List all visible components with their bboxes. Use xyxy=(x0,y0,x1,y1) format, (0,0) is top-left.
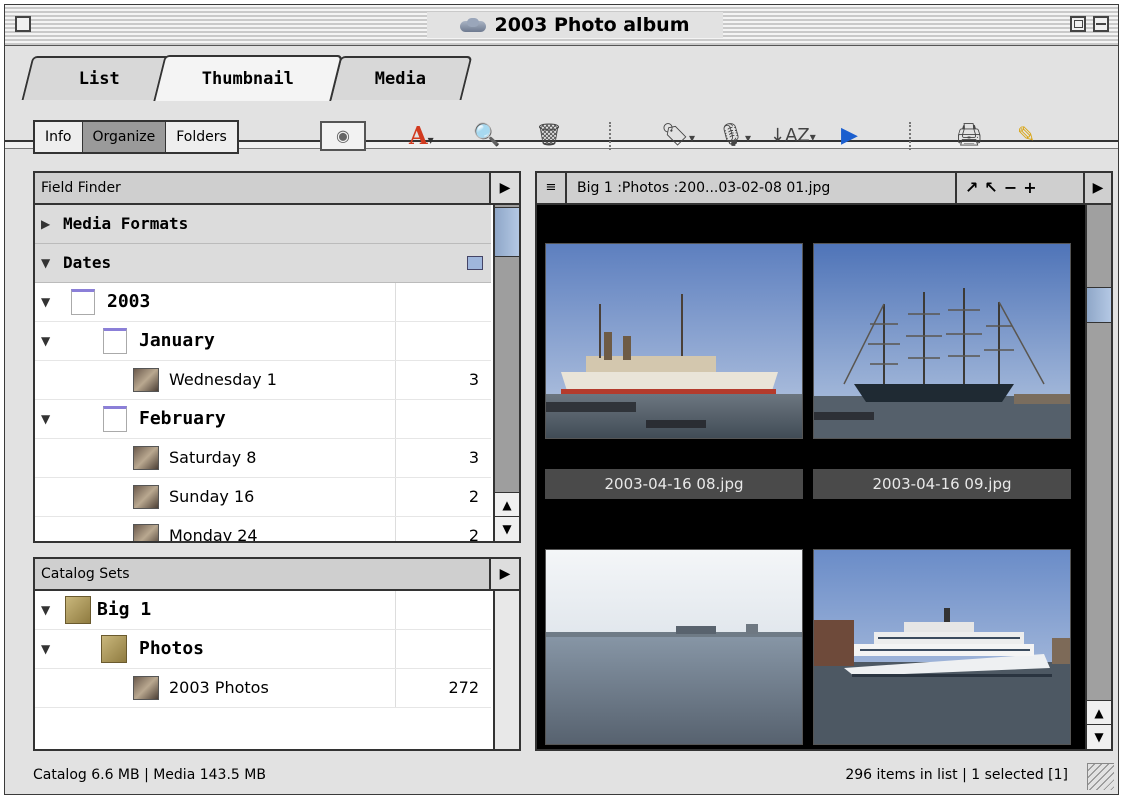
selection-status: 296 items in list | 1 selected [1] xyxy=(845,767,1068,783)
edit-note-icon[interactable]: ✎ xyxy=(1017,120,1035,152)
resize-grip-icon[interactable] xyxy=(1087,763,1114,790)
view-tabs: List Thumbnail Media xyxy=(5,45,1118,149)
window-title: 2003 Photo album xyxy=(427,12,723,38)
folders-button[interactable]: Folders xyxy=(166,122,237,152)
thumbnail-ferry[interactable] xyxy=(813,549,1071,745)
toolbar-separator xyxy=(909,122,911,150)
browser-menu-arrow-icon[interactable]: ▶ xyxy=(1083,173,1111,203)
tab-thumbnail[interactable]: Thumbnail xyxy=(153,55,343,101)
field-finder-list: ▶ Media Formats ▼ Dates ▼ 2003 ▼ January xyxy=(35,205,491,543)
thumbnail-tall-ship[interactable] xyxy=(813,243,1071,439)
thumbnail-river-view[interactable] xyxy=(545,549,803,745)
calendar-icon xyxy=(71,289,95,315)
photo-thumbnail-icon xyxy=(133,485,159,509)
list-item-day[interactable]: Wednesday 1 3 xyxy=(35,361,491,400)
catalog-icon xyxy=(460,18,487,32)
annotation-a-icon[interactable]: A▾ xyxy=(409,120,434,152)
photo-thumbnail-icon xyxy=(133,524,159,541)
calendar-icon xyxy=(103,328,127,354)
current-item-path: Big 1 :Photos :200...03-02-08 01.jpg xyxy=(577,180,831,196)
list-item-catalog[interactable]: ▼ Big 1 xyxy=(35,591,491,630)
collapse-box-icon[interactable] xyxy=(1093,16,1109,32)
zoom-icon[interactable]: 🔍 xyxy=(473,120,500,152)
organize-button[interactable]: Organize xyxy=(82,122,167,152)
filter-icon[interactable]: ≡ xyxy=(537,173,567,203)
field-finder-menu-arrow-icon[interactable]: ▶ xyxy=(489,173,519,203)
slideshow-icon[interactable]: ▶ xyxy=(841,120,858,152)
catalog-sets-title: Catalog Sets xyxy=(41,566,130,582)
list-item-day[interactable]: Monday 24 2 xyxy=(35,517,491,543)
list-item-month[interactable]: ▼ February xyxy=(35,400,491,439)
thumbnail-caption[interactable]: 2003-04-16 08.jpg xyxy=(545,469,803,499)
item-count: 2 xyxy=(468,526,479,543)
group-dates[interactable]: ▼ Dates xyxy=(35,244,491,283)
photo-thumbnail-icon xyxy=(133,368,159,392)
sort-az-icon[interactable]: ↓AZ▾ xyxy=(770,120,816,152)
microphone-icon[interactable]: 🎙▾ xyxy=(717,120,751,152)
thumbnail-cruiser-ship[interactable] xyxy=(545,243,803,439)
list-item-year[interactable]: ▼ 2003 xyxy=(35,283,491,322)
calendar-menu-icon[interactable] xyxy=(467,256,483,270)
scroll-up-arrow-icon[interactable]: ▲ xyxy=(495,492,519,517)
catalog-sets-scrollbar[interactable] xyxy=(493,591,519,749)
item-count: 2 xyxy=(468,487,479,506)
list-item-set[interactable]: ▼ Photos xyxy=(35,630,491,669)
thumbnail-size-controls[interactable]: ↗↖−+ xyxy=(955,173,1085,203)
scroll-down-arrow-icon[interactable]: ▼ xyxy=(495,516,519,541)
catalog-sets-list: ▼ Big 1 ▼ Photos 2003 Photos 272 xyxy=(35,591,491,708)
status-bar: Catalog 6.6 MB | Media 143.5 MB 296 item… xyxy=(5,756,1118,794)
eye-icon[interactable]: ◉ xyxy=(320,121,366,151)
field-finder-scrollbar[interactable]: ▲ ▼ xyxy=(493,205,519,541)
window-title-text: 2003 Photo album xyxy=(494,14,690,36)
pane-segmented-control: Info Organize Folders xyxy=(33,120,239,154)
catalog-box-icon xyxy=(101,635,127,663)
catalog-box-icon xyxy=(65,596,91,624)
list-item-day[interactable]: Saturday 8 3 xyxy=(35,439,491,478)
item-count: 272 xyxy=(448,678,479,697)
field-finder-header: Field Finder ▶ xyxy=(35,173,519,205)
zoom-box-icon[interactable] xyxy=(1070,16,1086,32)
toolbar-separator xyxy=(609,122,611,150)
disclosure-open-icon[interactable]: ▼ xyxy=(41,591,50,629)
scrollbar-thumb[interactable] xyxy=(495,207,519,257)
catalog-sets-header: Catalog Sets ▶ xyxy=(35,559,519,591)
disclosure-open-icon[interactable]: ▼ xyxy=(41,630,50,668)
disclosure-open-icon[interactable]: ▼ xyxy=(41,400,50,438)
label-tag-icon[interactable]: 🏷▾ xyxy=(661,120,695,152)
tab-media[interactable]: Media xyxy=(329,56,473,100)
browser-header: ≡ Big 1 :Photos :200...03-02-08 01.jpg ↗… xyxy=(537,173,1111,205)
list-item-month[interactable]: ▼ January xyxy=(35,322,491,361)
disclosure-open-icon[interactable]: ▼ xyxy=(41,244,50,282)
trash-icon[interactable]: 🗑 xyxy=(535,120,563,152)
photo-thumbnail-icon xyxy=(133,446,159,470)
tab-list[interactable]: List xyxy=(21,56,177,100)
photo-thumbnail-icon xyxy=(133,676,159,700)
title-bar[interactable]: 2003 Photo album xyxy=(5,5,1118,46)
thumbnail-caption[interactable]: 2003-04-16 09.jpg xyxy=(813,469,1071,499)
scroll-up-arrow-icon[interactable]: ▲ xyxy=(1087,700,1111,725)
print-icon[interactable]: 🖨 xyxy=(955,120,983,152)
close-box-icon[interactable] xyxy=(15,16,31,32)
catalog-sets-menu-arrow-icon[interactable]: ▶ xyxy=(489,559,519,589)
field-finder-panel: Field Finder ▶ ▶ Media Formats ▼ Dates ▼… xyxy=(33,171,521,543)
catalog-sets-panel: Catalog Sets ▶ ▼ Big 1 ▼ Photos 2003 Pho… xyxy=(33,557,521,751)
info-button[interactable]: Info xyxy=(35,122,83,152)
group-media-formats[interactable]: ▶ Media Formats xyxy=(35,205,491,244)
disclosure-open-icon[interactable]: ▼ xyxy=(41,283,50,321)
item-count: 3 xyxy=(468,370,479,389)
browser-scrollbar[interactable]: ▲ ▼ xyxy=(1085,205,1111,749)
list-item-day[interactable]: Sunday 16 2 xyxy=(35,478,491,517)
app-window: 2003 Photo album List Thumbnail Media In… xyxy=(4,4,1119,795)
calendar-icon xyxy=(103,406,127,432)
list-item-subset[interactable]: 2003 Photos 272 xyxy=(35,669,491,708)
thumbnail-browser: ≡ Big 1 :Photos :200...03-02-08 01.jpg ↗… xyxy=(535,171,1113,751)
item-count: 3 xyxy=(468,448,479,467)
scrollbar-thumb[interactable] xyxy=(1087,287,1111,323)
catalog-size-status: Catalog 6.6 MB | Media 143.5 MB xyxy=(33,767,266,783)
disclosure-open-icon[interactable]: ▼ xyxy=(41,322,50,360)
field-finder-title: Field Finder xyxy=(41,180,121,196)
scroll-down-arrow-icon[interactable]: ▼ xyxy=(1087,724,1111,749)
toolbar: Info Organize Folders ◉ A▾ 🔍 🗑 🏷▾ 🎙▾ ↓AZ… xyxy=(5,108,1118,166)
disclosure-closed-icon[interactable]: ▶ xyxy=(41,205,50,243)
